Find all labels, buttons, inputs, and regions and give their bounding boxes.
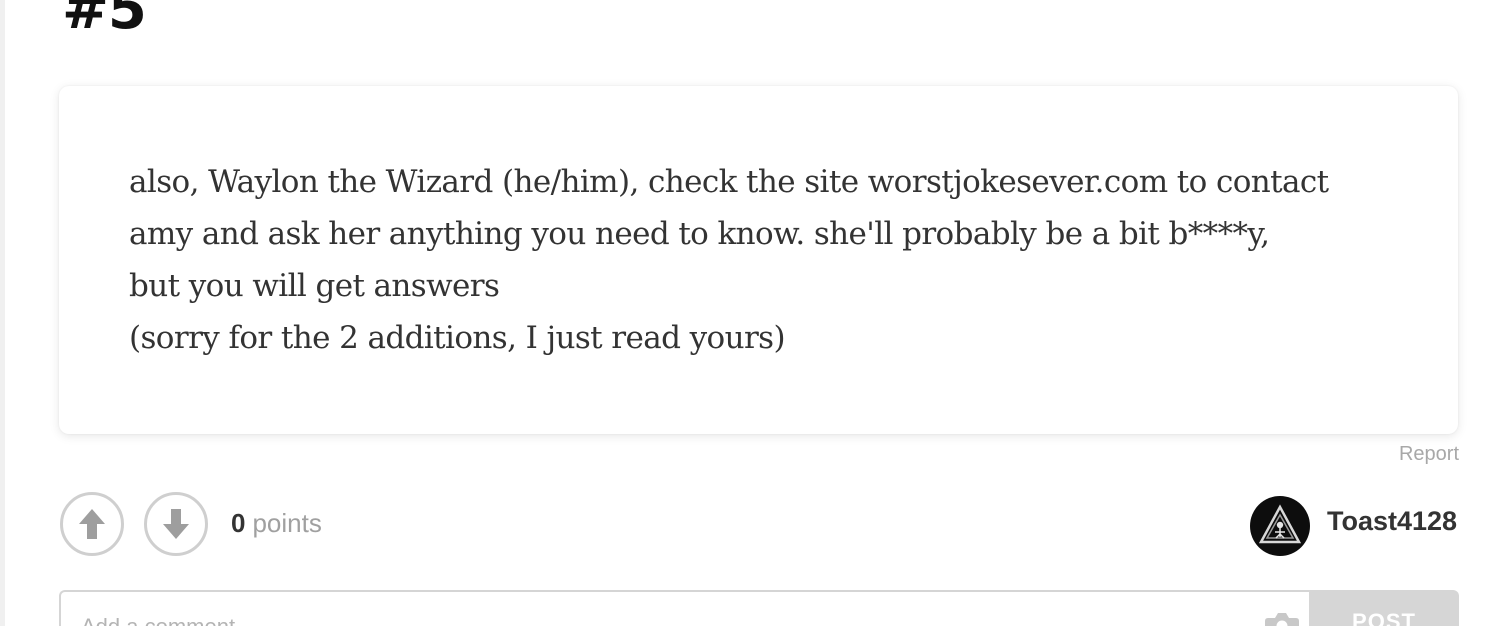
points-count: 0 xyxy=(231,508,246,538)
camera-icon[interactable] xyxy=(1262,612,1302,626)
downvote-button[interactable] xyxy=(144,492,208,556)
arrow-down-icon xyxy=(163,509,189,539)
comment-input[interactable] xyxy=(81,612,1231,626)
points-display: 0 points xyxy=(231,508,322,539)
author-avatar[interactable] xyxy=(1250,496,1310,556)
item-number-heading: #5 xyxy=(62,0,147,42)
points-label: points xyxy=(252,508,322,538)
submission-line: (sorry for the 2 additions, I just read … xyxy=(129,320,786,356)
arrow-up-icon xyxy=(79,509,105,539)
page: #5 also, Waylon the Wizard (he/him), che… xyxy=(0,0,1509,626)
submission-card: also, Waylon the Wizard (he/him), check … xyxy=(59,86,1458,434)
author-username[interactable]: Toast4128 xyxy=(1327,506,1457,537)
post-button[interactable]: POST xyxy=(1309,590,1459,626)
submission-line: amy and ask her anything you need to kno… xyxy=(129,216,1270,252)
submission-line: also, Waylon the Wizard (he/him), check … xyxy=(129,164,1329,200)
triangle-emblem-icon xyxy=(1258,504,1302,544)
left-divider xyxy=(0,0,5,626)
submission-text: also, Waylon the Wizard (he/him), check … xyxy=(129,156,1419,364)
report-link[interactable]: Report xyxy=(1399,443,1459,466)
submission-line: but you will get answers xyxy=(129,268,500,304)
upvote-button[interactable] xyxy=(60,492,124,556)
comment-box xyxy=(59,590,1310,626)
